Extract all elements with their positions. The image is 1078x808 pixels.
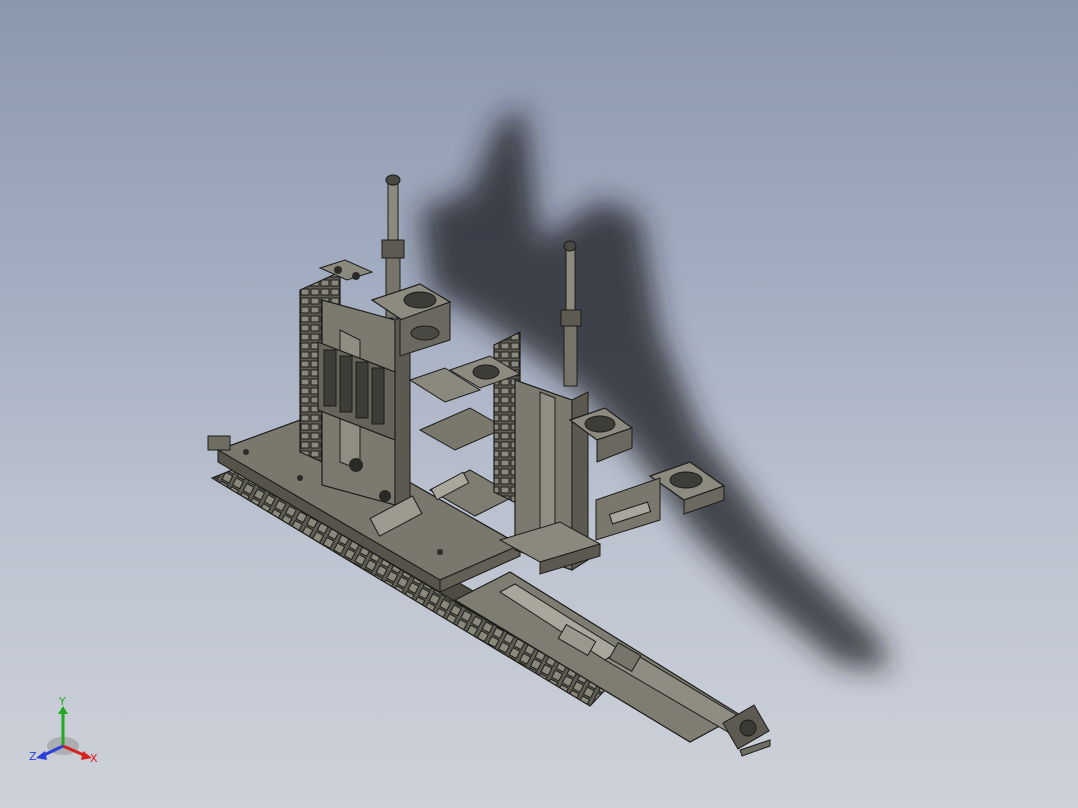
y-axis-label: Y [59,695,66,708]
z-axis-label: Z [29,750,37,763]
coordinate-triad: Y Z X [22,692,108,768]
cad-model-view[interactable] [0,0,1078,808]
x-axis-label: X [90,752,98,765]
graphics-viewport[interactable]: Y Z X [0,0,1078,808]
linear-actuator [453,571,771,757]
